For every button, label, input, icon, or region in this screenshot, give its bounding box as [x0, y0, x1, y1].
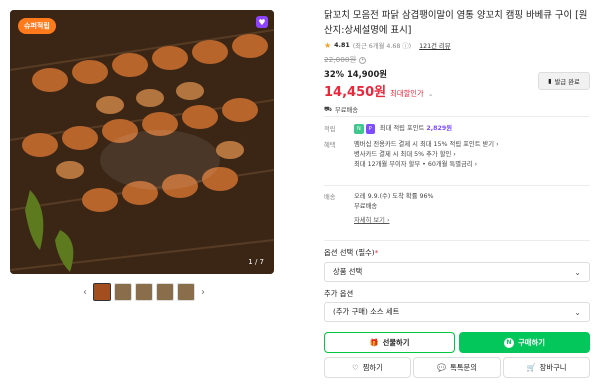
- shipping-note: ⛟ 무료배송: [324, 105, 592, 115]
- coupon-button[interactable]: ▮ 발급 완료: [538, 72, 590, 90]
- original-price: 22,000원 i: [324, 55, 592, 65]
- heart-icon: ♡: [352, 363, 359, 372]
- gift-icon: 🎁: [369, 338, 379, 347]
- review-link[interactable]: 121건 리뷰: [419, 41, 450, 50]
- option-label: 옵션 선택 (필수)*: [324, 248, 378, 258]
- talk-button-label: 톡톡문의: [450, 362, 477, 372]
- rating-row: ★ 4.81 (최근 6개월 4.68 ⓘ) 121건 리뷰: [324, 41, 592, 50]
- delivery-detail-link[interactable]: 자세히 보기 ›: [354, 216, 390, 226]
- card-benefit-line[interactable]: 병사카드 결제 시 최대 5% 추가 할인 ›: [354, 150, 590, 160]
- delivery-fee: 무료배송: [354, 203, 378, 210]
- card-benefit-line[interactable]: 최대 12개월 무이자 할부 • 60개월 특별금리 ›: [354, 160, 590, 170]
- point-value[interactable]: 2,829원: [426, 125, 452, 132]
- cart-button-label: 장바구니: [539, 362, 567, 372]
- wish-button[interactable]: ♡ 찜하기: [324, 357, 411, 378]
- point-text: 최대 적립 포인트: [379, 125, 425, 132]
- chevron-down-icon: ⌄: [574, 307, 581, 317]
- thumbnail[interactable]: [93, 283, 111, 301]
- card-benefit-label: 혜택: [324, 142, 336, 149]
- chevron-down-icon: ⌄: [574, 267, 581, 277]
- product-title: 닭꼬치 모음전 파닭 삼겹팽이말이 염통 양꼬치 캠핑 바베큐 구이 [원산지:…: [324, 10, 588, 36]
- bookmark-icon[interactable]: ♥: [256, 16, 268, 28]
- truck-icon: ⛟: [324, 105, 332, 113]
- buy-button[interactable]: N 구매하기: [459, 332, 590, 353]
- chevron-down-icon: ⌄: [427, 90, 434, 98]
- thumbnail[interactable]: [156, 283, 174, 301]
- extra-option-value: (추가 구매) 소스 세트: [333, 307, 400, 316]
- info-icon[interactable]: i: [359, 56, 367, 64]
- super-point-badge: 슈퍼적립: [18, 18, 56, 34]
- wish-button-label: 찜하기: [362, 362, 383, 372]
- membership-icon: P: [365, 124, 375, 134]
- option-select-value: 상품 선택: [333, 267, 363, 276]
- delivery-estimate: 오레 9.9.(수) 도착 확률 96%: [354, 193, 434, 200]
- cart-icon: 🛒: [526, 363, 536, 372]
- buy-button-label: 구매하기: [518, 337, 545, 347]
- option-select[interactable]: 상품 선택 ⌄: [324, 262, 590, 282]
- prev-thumbnail-icon[interactable]: ‹: [80, 287, 90, 298]
- extra-option-select[interactable]: (추가 구매) 소스 세트 ⌄: [324, 302, 590, 322]
- talk-inquiry-button[interactable]: 💬 톡톡문의: [413, 357, 501, 378]
- thumbnail[interactable]: [114, 283, 132, 301]
- cart-button[interactable]: 🛒 장바구니: [503, 357, 590, 378]
- benefit-section: 적립 NP 최대 적립 포인트 2,829원 혜택 멤버십 전용카드 결제 시 …: [324, 124, 590, 176]
- extra-option-label: 추가 옵션: [324, 289, 354, 298]
- chat-icon: 💬: [437, 363, 447, 372]
- max-discount-amount: 14,450원: [324, 85, 387, 100]
- skewer-illustration: [10, 10, 274, 274]
- option-label-text: 옵션 선택 (필수): [324, 248, 375, 257]
- rating-score: 4.81: [334, 42, 350, 49]
- thumbnail[interactable]: [177, 283, 195, 301]
- rating-detail: (최근 6개월 4.68 ⓘ): [352, 43, 412, 50]
- delivery-label: 배송: [324, 194, 336, 201]
- card-benefit-line[interactable]: 멤버십 전용카드 결제 시 최대 15% 적립 포인트 받기 ›: [354, 140, 590, 150]
- coupon-button-label: 발급 완료: [554, 78, 580, 86]
- next-thumbnail-icon[interactable]: ›: [198, 287, 208, 298]
- product-main-image[interactable]: 슈퍼적립 ♥ 1 / 7: [10, 10, 274, 274]
- thumbnail[interactable]: [135, 283, 153, 301]
- gift-button[interactable]: 🎁 선물하기: [324, 332, 455, 353]
- shipping-note-text: 무료배송: [334, 107, 359, 114]
- image-counter: 1 / 7: [248, 258, 264, 266]
- divider: [324, 240, 590, 241]
- gift-button-label: 선물하기: [382, 337, 410, 347]
- ticket-icon: ▮: [548, 77, 552, 85]
- point-label: 적립: [324, 126, 336, 133]
- thumbnail-strip: ‹ ›: [80, 282, 210, 302]
- naver-n-icon: N: [504, 337, 515, 348]
- star-icon: ★: [324, 41, 332, 50]
- max-discount-label: 최대할인가: [390, 89, 424, 98]
- product-info-panel: 닭꼬치 모음전 파닭 삼겹팽이말이 염통 양꼬치 캠핑 바베큐 구이 [원산지:…: [324, 8, 592, 114]
- required-mark: *: [374, 248, 379, 257]
- divider: [324, 185, 590, 186]
- delivery-section: 배송 오레 9.9.(수) 도착 확률 96% 무료배송 자세히 보기 ›: [324, 192, 590, 226]
- naver-pay-icon: N: [354, 124, 364, 134]
- original-price-value: 22,000원: [324, 55, 357, 64]
- divider: [324, 116, 590, 117]
